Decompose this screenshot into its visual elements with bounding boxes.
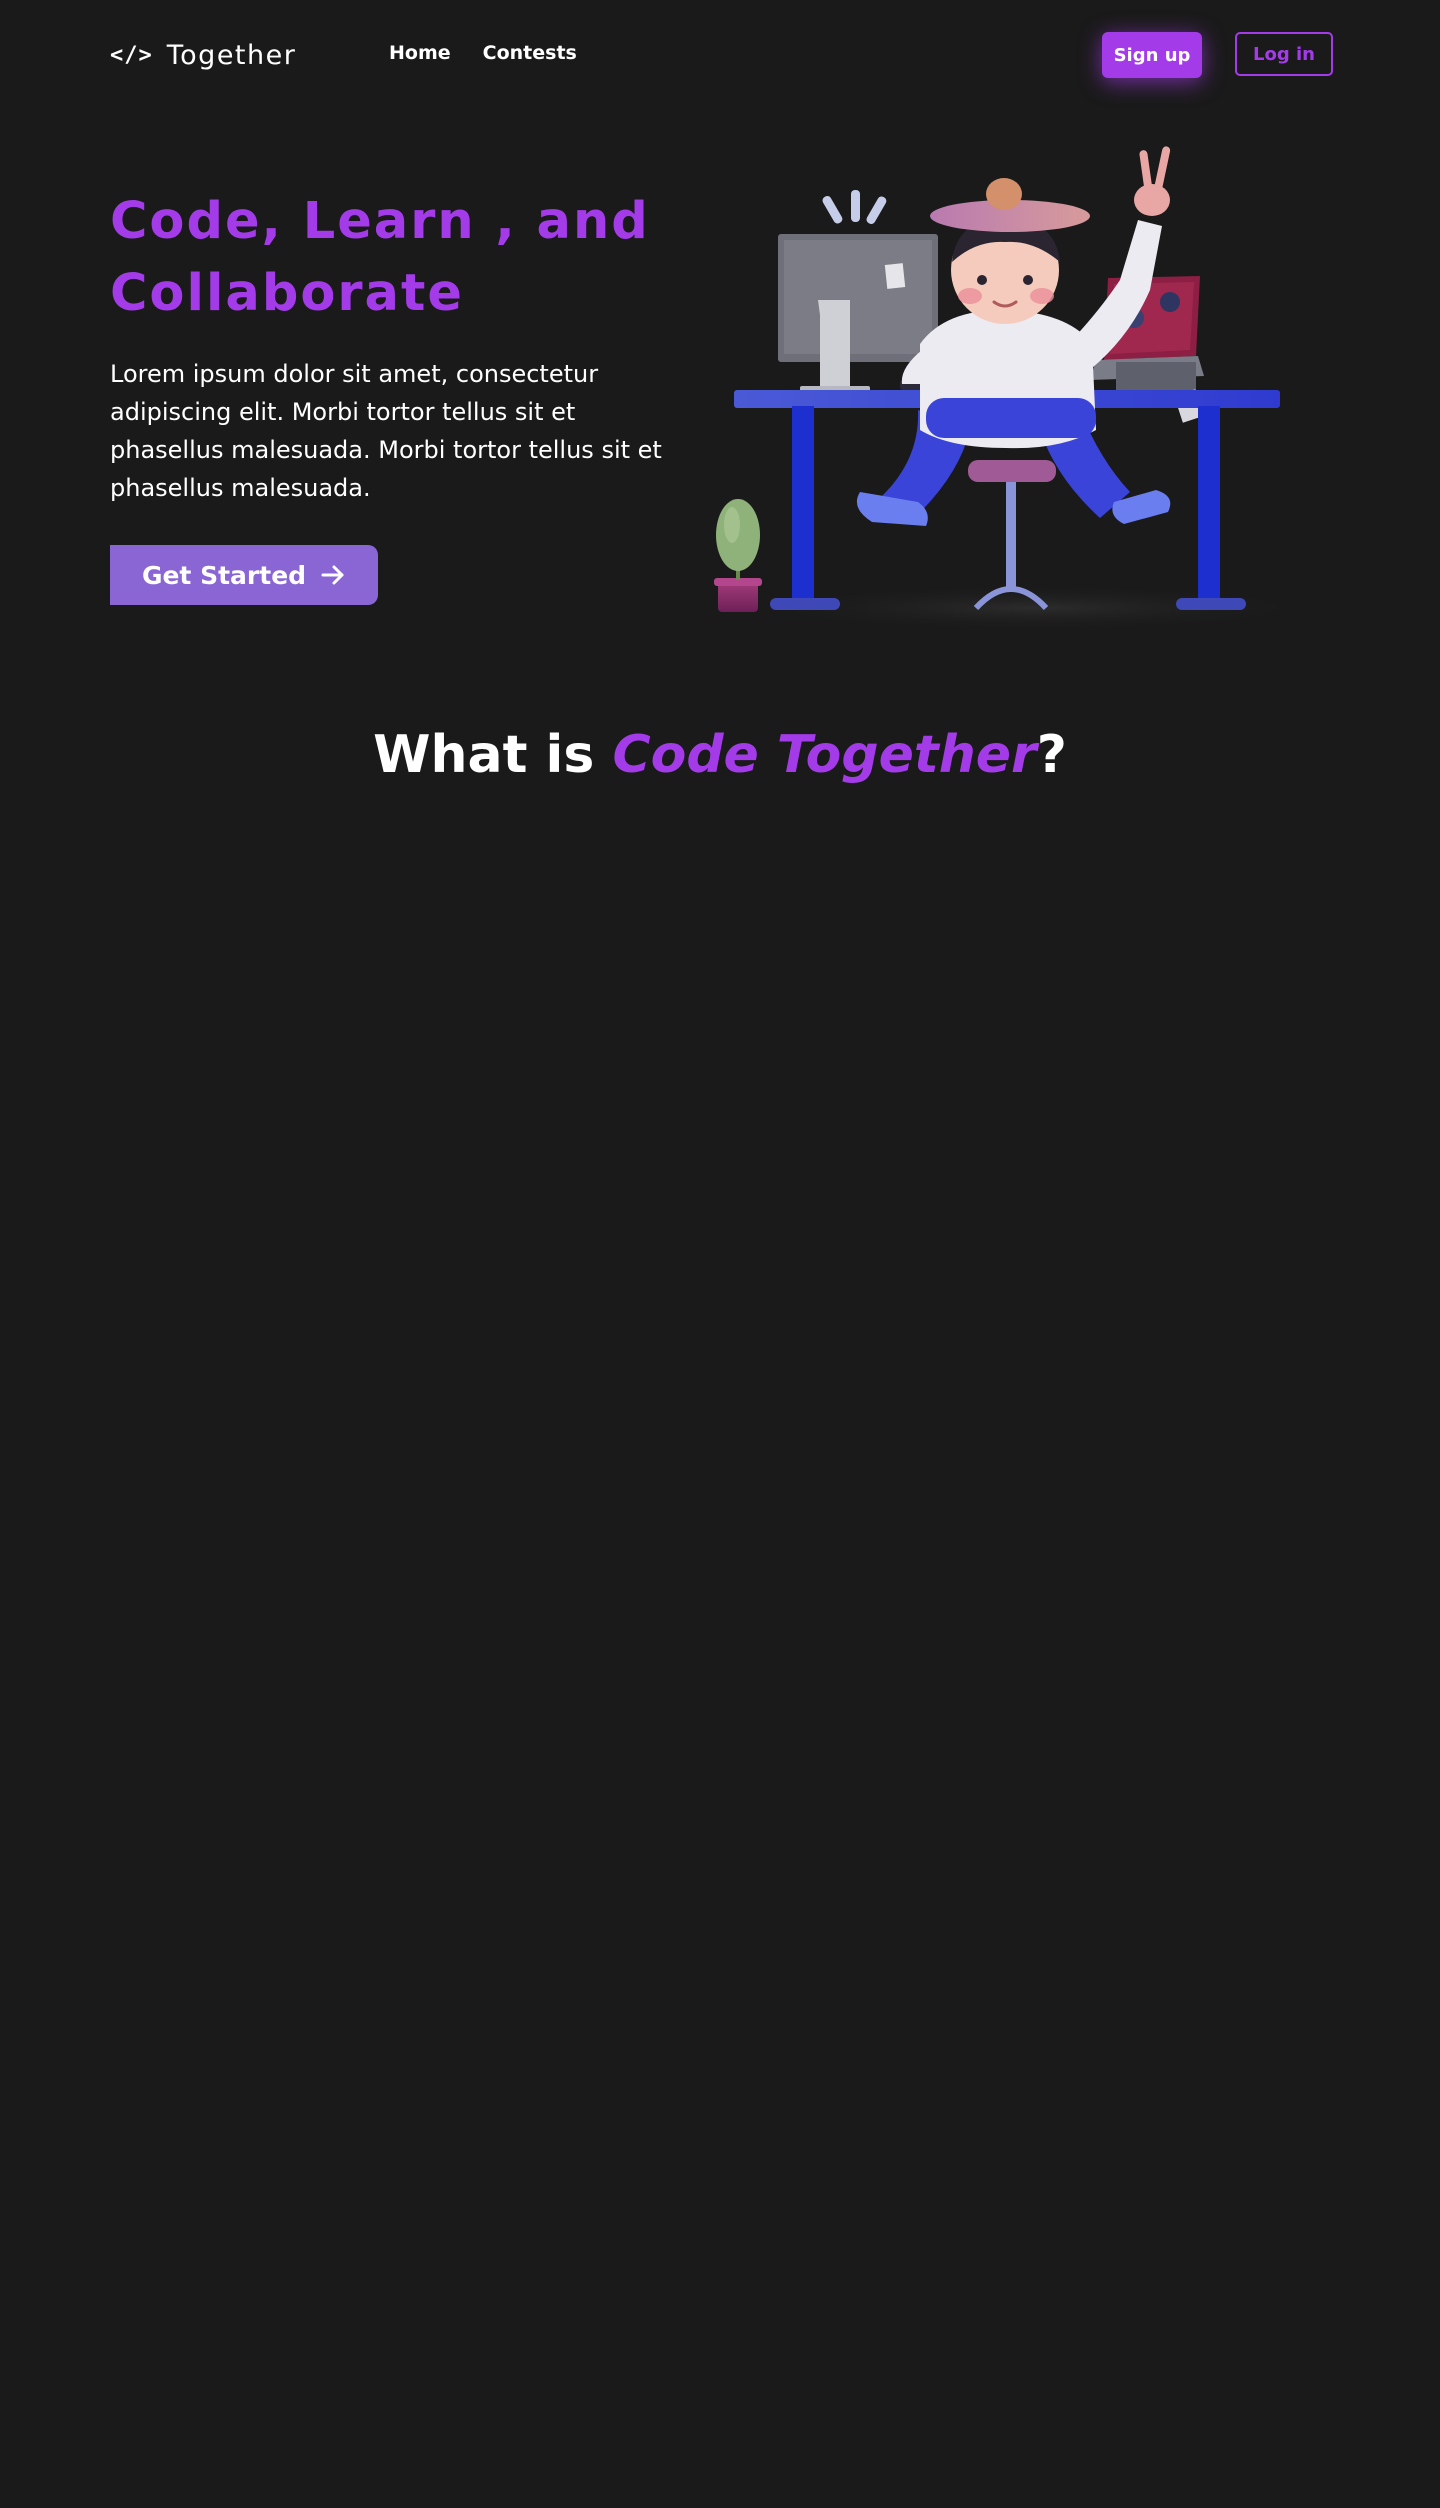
section-title-prefix: What is bbox=[373, 725, 613, 785]
nav-link-home[interactable]: Home bbox=[389, 42, 451, 64]
nav-link-contests[interactable]: Contests bbox=[483, 42, 577, 64]
developer-at-desk-illustration bbox=[700, 130, 1340, 650]
logo[interactable]: </> Together bbox=[110, 38, 296, 72]
nav-links: Home Contests bbox=[389, 42, 577, 64]
navbar: </> Together Home Contests Sign up Log i… bbox=[0, 0, 1440, 112]
section-title-suffix: ? bbox=[1036, 725, 1067, 785]
hero-title: Code, Learn , and Collaborate bbox=[110, 192, 650, 323]
section-title: What is Code Together? bbox=[0, 725, 1440, 785]
login-button[interactable]: Log in bbox=[1235, 32, 1333, 76]
code-brackets-icon: </> bbox=[110, 42, 153, 68]
page: </> Together Home Contests Sign up Log i… bbox=[0, 0, 1440, 2508]
arrow-right-icon bbox=[320, 562, 346, 588]
get-started-button[interactable]: Get Started bbox=[110, 545, 378, 605]
hero-description: Lorem ipsum dolor sit amet, consectetur … bbox=[110, 360, 662, 502]
brand-name: Together bbox=[166, 39, 297, 71]
signup-button[interactable]: Sign up bbox=[1102, 32, 1202, 78]
section-title-highlight: Code Together bbox=[612, 725, 1037, 785]
get-started-label: Get Started bbox=[141, 560, 307, 590]
